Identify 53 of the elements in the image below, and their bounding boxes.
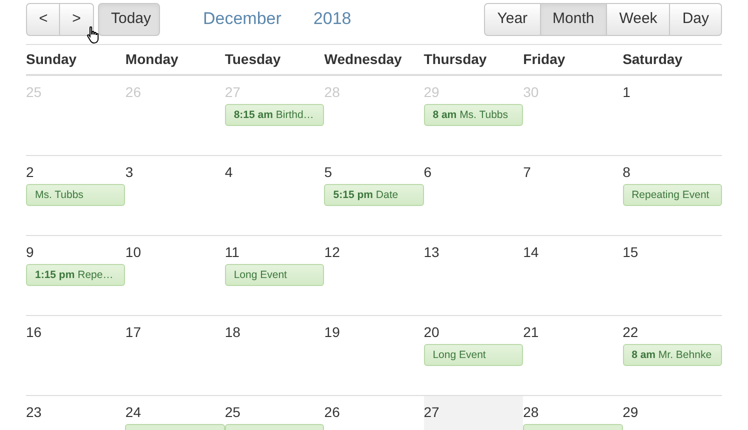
day-number: 23 [26,404,42,420]
day-number: 21 [523,324,539,340]
event-bar[interactable]: 8 am Mr. Behnke [622,344,722,366]
view-tab[interactable]: Year [484,2,541,36]
view-tab[interactable]: Month [540,2,608,36]
day-number: 19 [324,324,340,340]
day-number: 24 [125,404,141,420]
day-number: 9 [26,244,34,260]
event-bar[interactable]: 8:15 am Birthd… [224,104,324,126]
event-bar[interactable]: Ms. Tubbs [26,184,126,206]
day-number: 4 [224,164,233,180]
event-bar[interactable]: Repeating Event [622,184,722,206]
day-number: 10 [125,244,141,260]
day-number: 13 [424,244,440,260]
event-bar[interactable]: Long Event [424,344,524,366]
day-number: 11 [224,244,240,260]
event-bar[interactable]: 1:15 pm Repe… [26,264,126,286]
day-number: 15 [622,244,638,260]
weekday-header: Sunday [26,50,78,69]
weekday-header: Wednesday [324,50,403,69]
day-number: 6 [424,164,432,180]
month-title: December [202,8,282,30]
year-title: 2018 [313,8,352,30]
weekday-header: Friday [523,50,566,69]
day-number: 7 [523,164,531,180]
day-number: 29 [622,404,638,420]
view-tab[interactable]: Day [670,2,722,36]
day-number: 14 [523,244,539,260]
weekday-header: Thursday [424,50,488,69]
view-tab[interactable]: Week [607,2,670,36]
day-number: 17 [125,324,141,340]
day-number: 26 [324,404,340,420]
day-number: 28 [523,404,539,420]
day-number: 16 [26,324,42,340]
event-bar[interactable]: 8 am Ms. Tubbs [424,104,524,126]
day-number: 1 [622,84,630,100]
weekday-header: Tuesday [224,50,282,69]
day-number: 2 [26,164,34,180]
day-number: 20 [424,324,440,340]
next-button[interactable]: > [60,2,94,36]
previous-button[interactable]: < [26,2,60,36]
day-number: 18 [224,324,240,340]
day-number: 27 [424,404,440,420]
event-bar[interactable]: 5:15 pm Date [324,184,424,206]
event-bar[interactable]: Long Event [224,264,324,286]
day-number: 8 [622,164,630,180]
day-number: 3 [125,164,134,180]
day-number: 12 [324,244,340,260]
day-number: 5 [324,164,332,180]
day-number: 22 [622,324,638,340]
day-number: 25 [224,404,240,420]
weekday-header: Monday [125,50,180,69]
weekday-header: Saturday [622,50,684,69]
